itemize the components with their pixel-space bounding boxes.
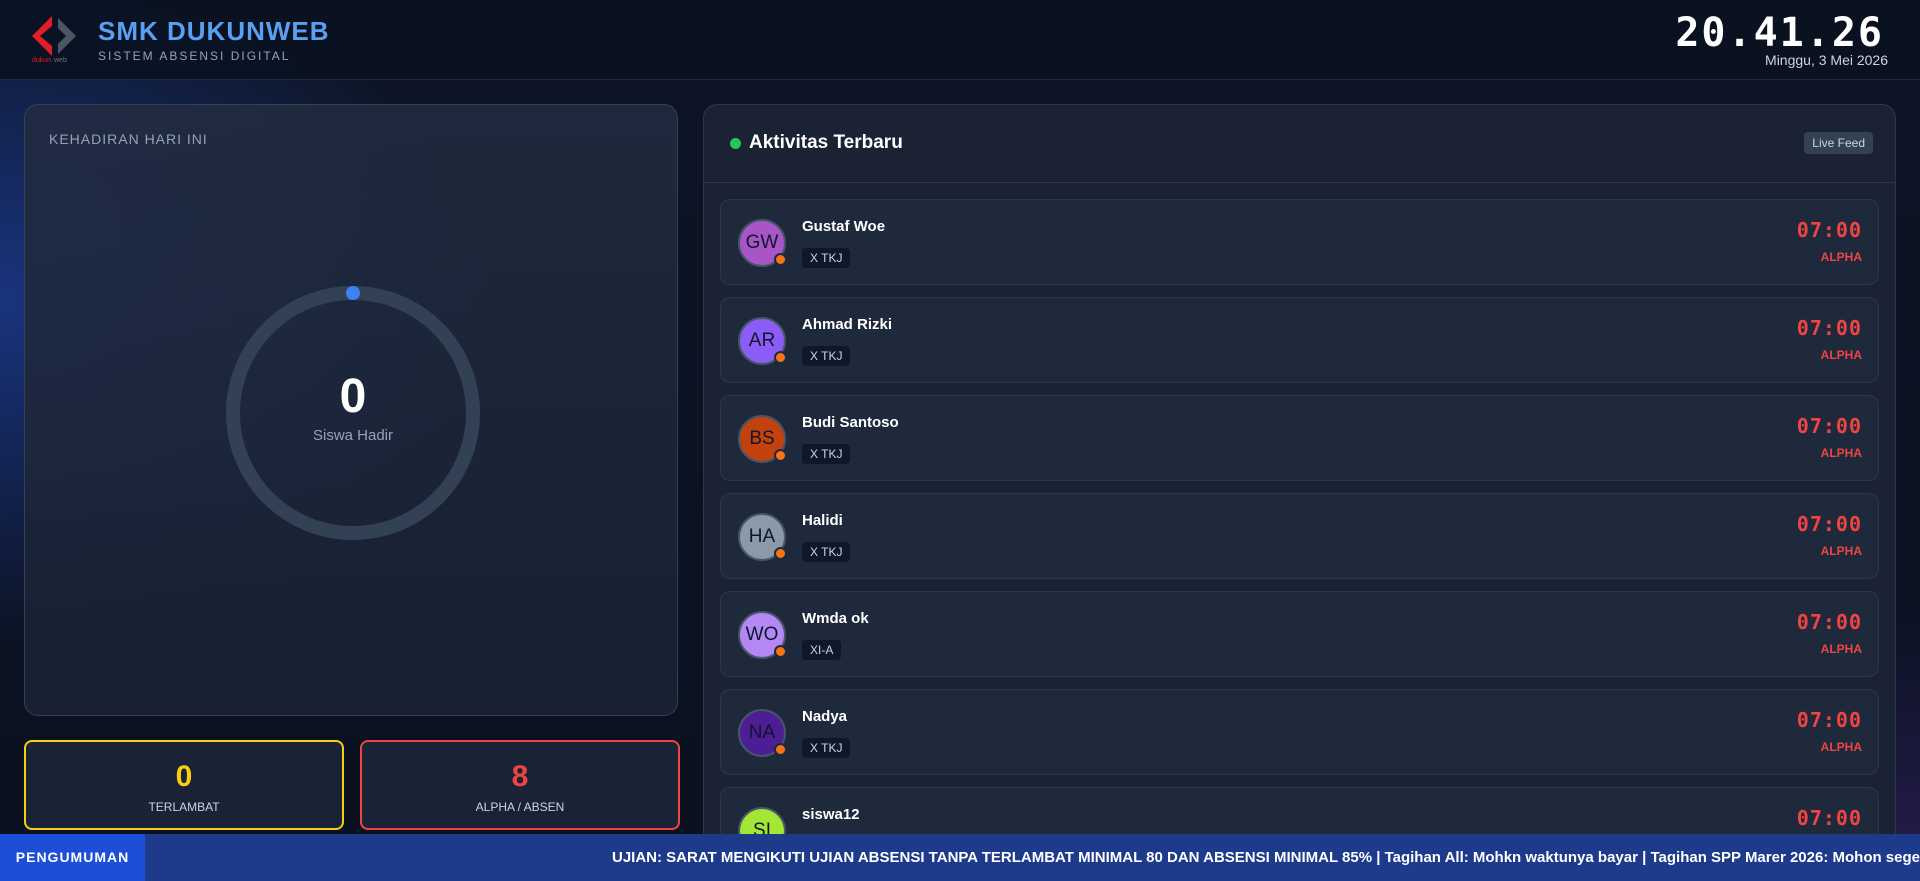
avatar-initials: HA [748,526,776,547]
activity-header: Aktivitas Terbaru Live Feed [704,105,1895,183]
alpha-label: ALPHA / ABSEN [475,800,565,814]
student-name: Wmda ok [802,610,869,627]
avatar: NA [738,709,787,757]
avatar: AR [738,317,787,365]
status-label: ALPHA [1820,250,1862,264]
attendance-title: KEHADIRAN HARI INI [49,131,208,147]
status-dot-icon [774,351,787,364]
late-stat-card: 0 TERLAMBAT [24,740,344,830]
student-name: Gustaf Woe [802,218,886,235]
check-time: 07:00 [1796,610,1862,634]
present-label: Siswa Hadir [312,427,394,444]
status-label: ALPHA [1820,446,1862,460]
class-tag: X TKJ [802,248,851,268]
avatar: GW [738,219,787,267]
present-count: 0 [339,370,367,423]
avatar-initials: AR [748,330,776,351]
alpha-stat-card: 8 ALPHA / ABSEN [360,740,680,830]
activity-feed[interactable]: GW Gustaf Woe X TKJ 07:00 ALPHA AR Ahmad Rizki… [720,199,1879,880]
status-label: ALPHA [1820,642,1862,656]
live-indicator-icon [730,138,741,149]
activity-item[interactable]: HA Halidi X TKJ 07:00 ALPHA [720,493,1879,579]
class-tag: XI-A [802,640,842,660]
student-name: siswa12 [802,806,860,823]
avatar: WO [738,611,787,659]
school-logo: dukun web [32,16,76,64]
check-time: 07:00 [1796,512,1862,536]
status-label: ALPHA [1820,740,1862,754]
avatar: BS [738,415,787,463]
attendance-card: KEHADIRAN HARI INI 0 Siswa Hadir [24,104,678,716]
current-date: Minggu, 3 Mei 2026 [1765,52,1888,68]
activity-item[interactable]: WO Wmda ok XI-A 07:00 ALPHA [720,591,1879,677]
check-time: 07:00 [1796,316,1862,340]
activity-item[interactable]: BS Budi Santoso X TKJ 07:00 ALPHA [720,395,1879,481]
avatar-initials: WO [745,624,779,645]
student-name: Nadya [802,708,848,725]
avatar-initials: GW [745,232,779,253]
live-feed-badge: Live Feed [1804,132,1873,154]
class-tag: X TKJ [802,542,851,562]
student-name: Budi Santoso [802,414,899,431]
late-label: TERLAMBAT [148,800,220,814]
status-label: ALPHA [1820,544,1862,558]
avatar: HA [738,513,787,561]
class-tag: X TKJ [802,444,851,464]
status-label: ALPHA [1820,348,1862,362]
class-tag: X TKJ [802,738,851,758]
digital-clock: 20.41.26 [1675,10,1884,56]
student-name: Ahmad Rizki [802,316,893,333]
top-header: dukun web SMK DUKUNWEB SISTEM ABSENSI DI… [0,0,1920,80]
brand-name: SMK DUKUNWEB [98,16,330,46]
announcement-ticker: PENGUMUMAN UJIAN: SARAT MENGIKUTI UJIAN … [0,834,1920,881]
check-time: 07:00 [1796,806,1862,830]
status-dot-icon [774,645,787,658]
check-time: 07:00 [1796,414,1862,438]
svg-text:dukun: dukun [32,57,51,64]
activity-item[interactable]: NA Nadya X TKJ 07:00 ALPHA [720,689,1879,775]
svg-text:web: web [53,57,67,64]
avatar-initials: NA [748,722,776,743]
alpha-count: 8 [511,760,529,793]
activity-panel: Aktivitas Terbaru Live Feed GW Gustaf Woe… [703,104,1896,881]
check-time: 07:00 [1796,218,1862,242]
activity-title: Aktivitas Terbaru [749,132,903,153]
student-name: Halidi [802,512,843,529]
status-dot-icon [774,253,787,266]
status-dot-icon [774,743,787,756]
status-dot-icon [774,449,787,462]
late-count: 0 [175,760,193,793]
class-tag: X TKJ [802,346,851,366]
activity-item[interactable]: GW Gustaf Woe X TKJ 07:00 ALPHA [720,199,1879,285]
status-dot-icon [774,547,787,560]
check-time: 07:00 [1796,708,1862,732]
avatar-initials: BS [749,428,775,449]
announcement-label: PENGUMUMAN [0,834,145,881]
announcement-text: UJIAN: SARAT MENGIKUTI UJIAN ABSENSI TAN… [612,849,1920,866]
brand-subtitle: SISTEM ABSENSI DIGITAL [98,49,291,63]
activity-item[interactable]: AR Ahmad Rizki X TKJ 07:00 ALPHA [720,297,1879,383]
